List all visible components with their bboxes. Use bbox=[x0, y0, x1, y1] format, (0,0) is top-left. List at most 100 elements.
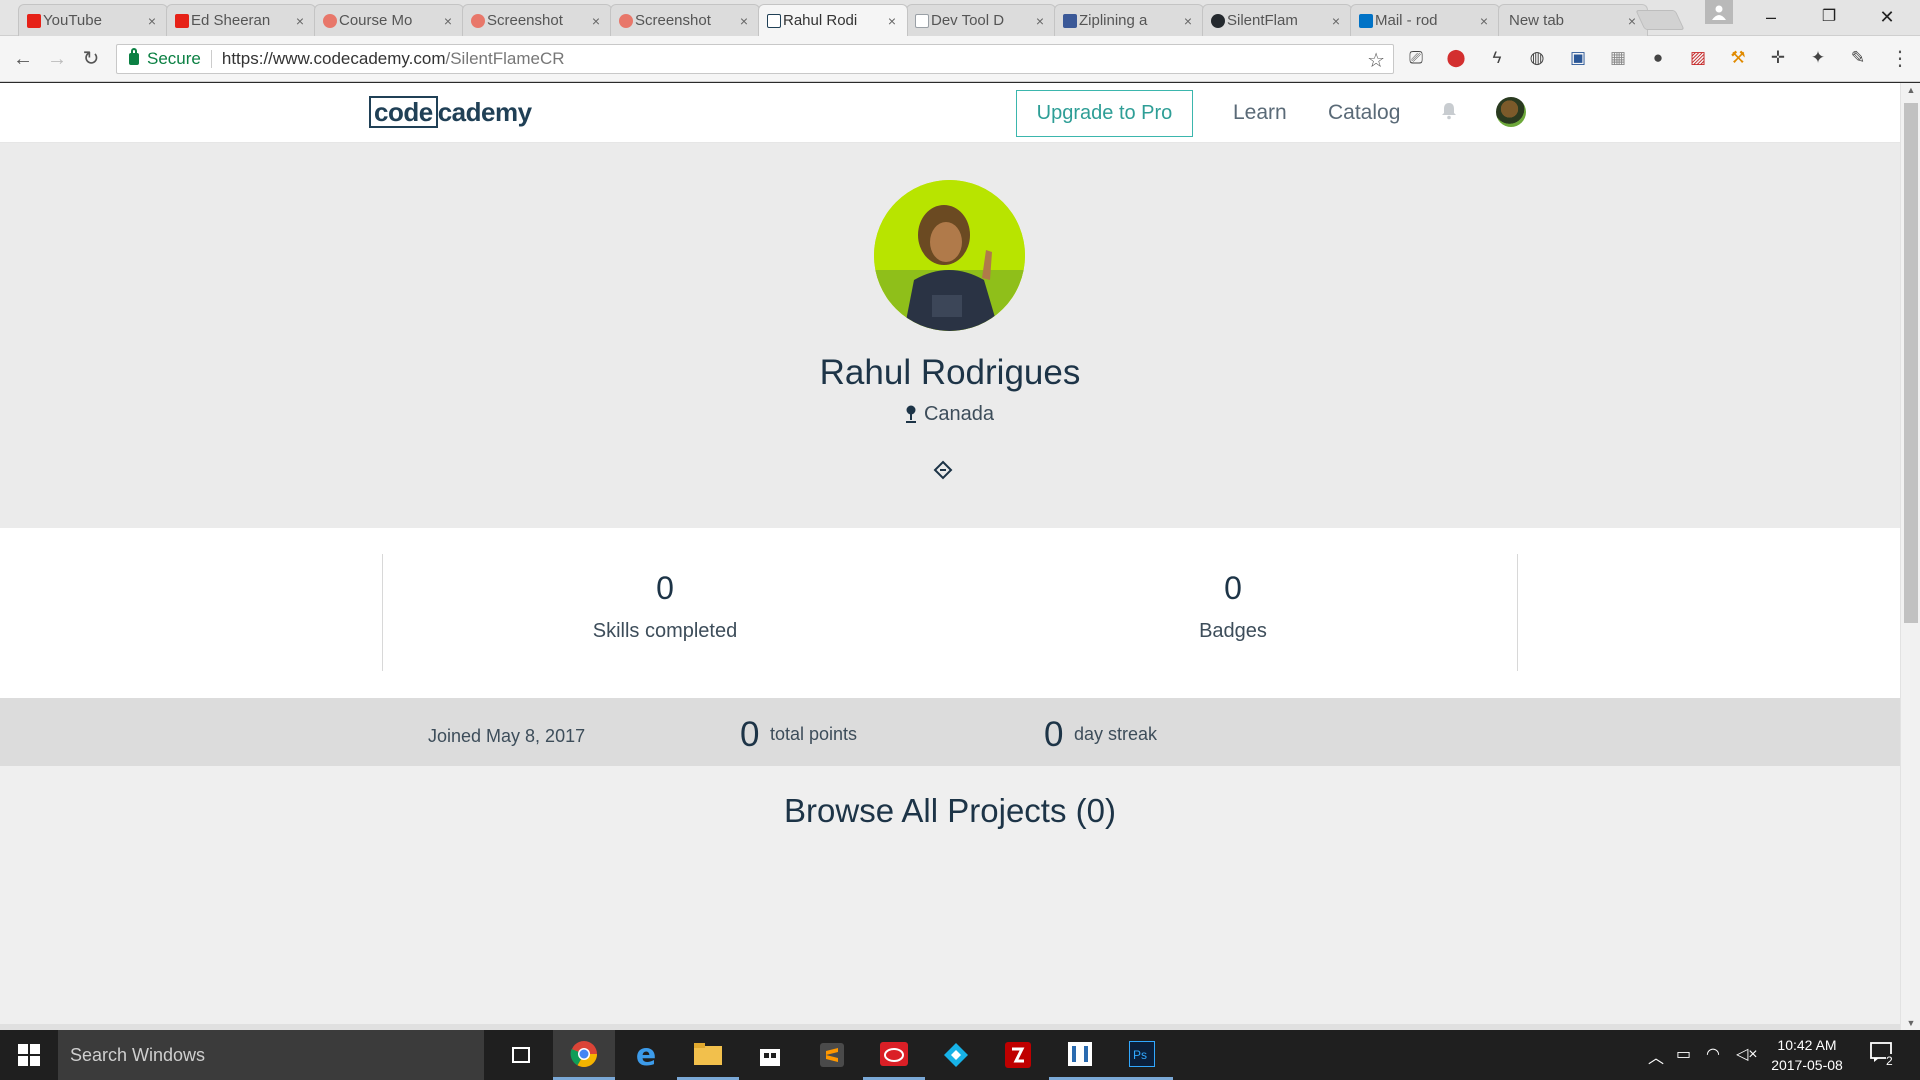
sublime-text-icon[interactable] bbox=[801, 1030, 863, 1080]
browser-profile-icon[interactable] bbox=[1705, 0, 1733, 24]
tab-label: YouTube bbox=[43, 12, 102, 29]
vertical-scrollbar[interactable]: ▲ ▼ bbox=[1900, 83, 1920, 1030]
lightning-icon[interactable]: ϟ bbox=[1487, 48, 1507, 68]
tab-label: Mail - rod bbox=[1375, 12, 1438, 29]
tab-course[interactable]: Course Mo × bbox=[314, 4, 464, 36]
address-bar[interactable]: Secure https://www.codecademy.com /Silen… bbox=[116, 44, 1394, 74]
close-icon[interactable]: × bbox=[1181, 13, 1195, 29]
tab-rahul-active[interactable]: Rahul Rodi × bbox=[758, 4, 908, 36]
windows-app-icon[interactable] bbox=[1049, 1030, 1111, 1080]
chrome-taskbar-icon[interactable] bbox=[553, 1030, 615, 1080]
start-button[interactable] bbox=[0, 1030, 58, 1080]
pdf-icon[interactable]: ▨ bbox=[1688, 48, 1708, 68]
restore-button[interactable]: ❐ bbox=[1800, 0, 1858, 34]
tab-label: New tab bbox=[1509, 12, 1565, 29]
move-icon[interactable]: ✛ bbox=[1768, 48, 1788, 68]
close-icon[interactable]: × bbox=[1477, 13, 1491, 29]
tab-strip: YouTube × Ed Sheeran × Course Mo × Scree… bbox=[0, 0, 1920, 36]
kodi-icon[interactable] bbox=[925, 1030, 987, 1080]
close-icon[interactable]: × bbox=[293, 13, 307, 29]
github-icon bbox=[1211, 14, 1225, 28]
eyedropper-icon[interactable]: ✎ bbox=[1848, 48, 1868, 68]
adblock-icon[interactable]: ⬤ bbox=[1446, 48, 1466, 68]
tab-screenshot-1[interactable]: Screenshot × bbox=[462, 4, 612, 36]
windows-taskbar: Search Windows e Ps ︿ ▭ ◠ ◁× 10:42 AM 20… bbox=[0, 1030, 1920, 1080]
nav-learn[interactable]: Learn bbox=[1233, 101, 1287, 125]
url-path: /SilentFlameCR bbox=[445, 49, 565, 68]
pin-icon[interactable]: ✦ bbox=[1808, 48, 1828, 68]
filezilla-icon[interactable] bbox=[987, 1030, 1049, 1080]
store-icon[interactable] bbox=[739, 1030, 801, 1080]
taskbar-clock[interactable]: 10:42 AM 2017-05-08 bbox=[1752, 1035, 1862, 1075]
activity-strip: Joined May 8, 2017 0 total points 0 day … bbox=[0, 698, 1900, 766]
nav-catalog[interactable]: Catalog bbox=[1328, 101, 1400, 125]
close-icon[interactable]: × bbox=[441, 13, 455, 29]
clock-time: 10:42 AM bbox=[1777, 1037, 1837, 1053]
close-icon[interactable]: × bbox=[885, 13, 899, 29]
cast-icon[interactable]: ⎚ bbox=[1406, 48, 1426, 68]
tray-overflow-icon[interactable]: ︿ bbox=[1648, 1044, 1664, 1068]
tab-dev-tool[interactable]: Dev Tool D × bbox=[906, 4, 1056, 36]
codecademy-logo[interactable]: code cademy bbox=[369, 96, 532, 128]
divider bbox=[1517, 554, 1518, 671]
minimize-button[interactable]: – bbox=[1742, 0, 1800, 34]
color-picker-icon[interactable]: ● bbox=[1648, 48, 1668, 68]
tab-new[interactable]: New tab × bbox=[1498, 4, 1648, 36]
outlook-icon bbox=[1359, 14, 1373, 28]
battery-icon[interactable]: ▭ bbox=[1676, 1044, 1691, 1064]
upgrade-to-pro-button[interactable]: Upgrade to Pro bbox=[1016, 90, 1193, 137]
close-icon[interactable]: × bbox=[1329, 13, 1343, 29]
skills-completed-label: Skills completed bbox=[592, 620, 738, 642]
tab-ziplining[interactable]: Ziplining a × bbox=[1054, 4, 1204, 36]
youtube-icon bbox=[27, 14, 41, 28]
tab-screenshot-2[interactable]: Screenshot × bbox=[610, 4, 760, 36]
close-icon[interactable]: × bbox=[589, 13, 603, 29]
svg-text:Ps: Ps bbox=[1133, 1048, 1147, 1062]
divider bbox=[210, 50, 212, 68]
wifi-icon[interactable]: ◠ bbox=[1706, 1044, 1720, 1064]
profile-avatar bbox=[874, 180, 1025, 331]
task-view-icon[interactable] bbox=[490, 1030, 552, 1080]
tab-label: Screenshot bbox=[635, 12, 711, 29]
book-icon[interactable]: ▣ bbox=[1568, 48, 1588, 68]
hammer-icon[interactable]: ⚒ bbox=[1728, 48, 1748, 68]
reload-button[interactable]: ↻ bbox=[78, 46, 104, 72]
day-streak-count: 0 bbox=[1044, 715, 1064, 754]
profile-location: Canada bbox=[0, 403, 1900, 426]
tab-mail[interactable]: Mail - rod × bbox=[1350, 4, 1500, 36]
close-icon[interactable]: × bbox=[145, 13, 159, 29]
keep-icon[interactable]: ▦ bbox=[1608, 48, 1628, 68]
edge-taskbar-icon[interactable]: e bbox=[615, 1030, 677, 1080]
document-icon bbox=[915, 14, 929, 28]
scroll-down-arrow-icon[interactable]: ▼ bbox=[1901, 1018, 1920, 1028]
bookmark-star-icon[interactable]: ☆ bbox=[1367, 48, 1385, 73]
creative-cloud-icon[interactable] bbox=[863, 1030, 925, 1080]
user-avatar-menu[interactable] bbox=[1496, 97, 1526, 127]
bell-icon[interactable] bbox=[1440, 102, 1458, 120]
file-explorer-icon[interactable] bbox=[677, 1030, 739, 1080]
scroll-up-arrow-icon[interactable]: ▲ bbox=[1901, 85, 1920, 95]
website-link-icon[interactable] bbox=[933, 460, 953, 480]
tab-label: Rahul Rodi bbox=[783, 12, 858, 29]
chrome-menu-icon[interactable]: ⋮ bbox=[1890, 46, 1910, 71]
new-tab-button[interactable] bbox=[1635, 10, 1685, 30]
taskbar-search-input[interactable]: Search Windows bbox=[58, 1030, 484, 1080]
lock-icon bbox=[129, 48, 139, 65]
back-button[interactable]: ← bbox=[10, 46, 36, 72]
close-icon[interactable]: × bbox=[1033, 13, 1047, 29]
tab-label: Ziplining a bbox=[1079, 12, 1148, 29]
scroll-thumb[interactable] bbox=[1904, 103, 1918, 623]
tab-github[interactable]: SilentFlam × bbox=[1202, 4, 1352, 36]
photoshop-icon[interactable]: Ps bbox=[1111, 1030, 1173, 1080]
joined-date: Joined May 8, 2017 bbox=[428, 726, 586, 746]
location-pin-icon bbox=[905, 405, 916, 423]
globe-icon[interactable]: ◍ bbox=[1527, 48, 1547, 68]
gear-icon bbox=[323, 14, 337, 28]
close-icon[interactable]: × bbox=[737, 13, 751, 29]
tab-youtube[interactable]: YouTube × bbox=[18, 4, 168, 36]
forward-button[interactable]: → bbox=[44, 46, 70, 72]
action-center-icon[interactable]: 2 bbox=[1870, 1042, 1900, 1068]
divider bbox=[382, 554, 383, 671]
close-window-button[interactable]: ✕ bbox=[1858, 0, 1916, 34]
tab-ed-sheeran[interactable]: Ed Sheeran × bbox=[166, 4, 316, 36]
